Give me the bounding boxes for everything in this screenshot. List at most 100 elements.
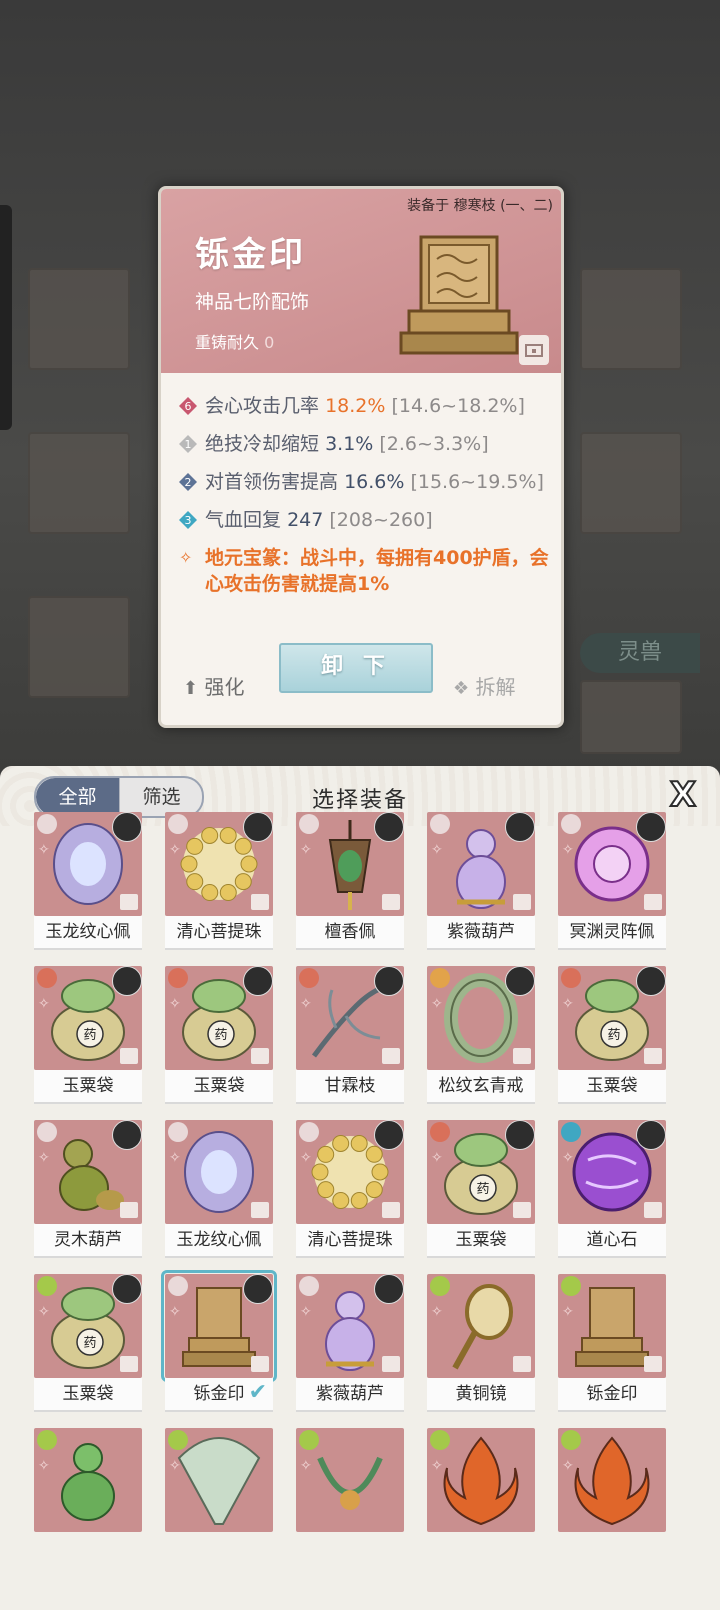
equipment-slot[interactable]: ✧ 冥渊灵阵佩	[558, 812, 666, 950]
panel-title: 选择装备	[311, 788, 408, 813]
owner-avatar	[636, 812, 666, 842]
set-icon: ✧	[300, 996, 312, 1012]
equipment-slot[interactable]: ✧ 铄金印 ✔	[161, 1270, 277, 1412]
set-icon: ✧	[38, 1458, 50, 1474]
tier-icon	[430, 968, 450, 988]
equipment-slot[interactable]: 药 ✧ 玉粟袋	[558, 966, 666, 1104]
set-icon: ✧	[562, 842, 574, 858]
equipment-slot[interactable]: ✧ 松纹玄青戒	[427, 966, 535, 1104]
lock-icon	[120, 1048, 138, 1064]
item-name: 甘霖枝	[296, 1070, 404, 1104]
set-icon: ✧	[169, 1458, 181, 1474]
beast-tab[interactable]: 灵兽	[580, 633, 700, 673]
equipment-slot[interactable]: ✧ 清心菩提珠	[296, 1120, 404, 1258]
item-name: 玉粟袋	[34, 1378, 142, 1412]
tier-icon	[37, 968, 57, 988]
equipment-select-panel: 全部 筛选 选择装备 X ✧ 玉龙纹心佩 ✧ 清心菩提珠 ✧ 檀香佩 ✧ 紫薇葫芦 ✧ 冥渊灵阵佩…	[0, 766, 720, 1610]
equipment-slot[interactable]: ✧	[427, 1428, 535, 1532]
dismantle-button[interactable]: ❖ 拆解	[453, 671, 516, 700]
svg-text:药: 药	[607, 1028, 620, 1043]
svg-text:药: 药	[214, 1028, 227, 1043]
owner-avatar	[505, 1120, 535, 1150]
tier-icon	[168, 814, 188, 834]
side-tab-handle[interactable]	[0, 205, 12, 430]
lock-icon	[644, 1356, 662, 1372]
bg-beast-slot	[580, 680, 682, 754]
set-icon: ✧	[562, 1304, 574, 1320]
svg-text:药: 药	[83, 1336, 96, 1351]
equipped-to-label: 装备于 穆寒枝 (一、二)	[407, 198, 553, 214]
equipment-slot[interactable]: ✧ 檀香佩	[296, 812, 404, 950]
owner-avatar	[112, 812, 142, 842]
equipment-slot[interactable]: ✧ 灵木葫芦	[34, 1120, 142, 1258]
lock-icon	[251, 1356, 269, 1372]
check-icon: ✔	[248, 1380, 267, 1405]
equipment-slot[interactable]: 药 ✧ 玉粟袋	[34, 1274, 142, 1412]
equipment-slot[interactable]: ✧ 铄金印	[558, 1274, 666, 1412]
item-name: 灵木葫芦	[34, 1224, 142, 1258]
lock-icon	[251, 1048, 269, 1064]
item-name: 铄金印	[558, 1378, 666, 1412]
equipment-slot[interactable]: ✧ 玉龙纹心佩	[34, 812, 142, 950]
equipment-slot[interactable]: ✧ 清心菩提珠	[165, 812, 273, 950]
owner-avatar	[112, 1274, 142, 1304]
stat-row: 3 气血回复 247 [208~260]	[179, 507, 549, 533]
stat-row: 2 对首领伤害提高 16.6% [15.6~19.5%]	[179, 469, 549, 495]
equipment-slot[interactable]: ✧ 玉龙纹心佩	[165, 1120, 273, 1258]
equipment-slot[interactable]: 药 ✧ 玉粟袋	[427, 1120, 535, 1258]
tier-icon	[168, 968, 188, 988]
item-name: 黄铜镜	[427, 1378, 535, 1412]
owner-avatar	[636, 1120, 666, 1150]
close-icon[interactable]: X	[666, 777, 700, 813]
equipment-slot[interactable]: ✧ 紫薇葫芦	[427, 812, 535, 950]
owner-avatar	[505, 812, 535, 842]
stat-tier-icon: 1	[179, 435, 197, 453]
svg-text:药: 药	[476, 1182, 489, 1197]
set-icon: ✧	[431, 996, 443, 1012]
stat-label: 气血回复	[205, 509, 282, 531]
item-grade: 神品七阶配饰	[195, 291, 310, 313]
stat-value: 3.1%	[325, 433, 374, 455]
seal-item-image	[399, 235, 519, 355]
lock-icon	[513, 894, 531, 910]
tier-icon	[561, 1276, 581, 1296]
equipment-slot[interactable]: ✧	[34, 1428, 142, 1532]
stat-row: 6 会心攻击几率 18.2% [14.6~18.2%]	[179, 393, 549, 419]
equipment-slot[interactable]: ✧	[165, 1428, 273, 1532]
dismantle-label: 拆解	[475, 675, 516, 699]
owner-avatar	[243, 1274, 273, 1304]
tier-icon	[168, 1430, 188, 1450]
lock-icon	[644, 1202, 662, 1218]
equipment-slot[interactable]: 药 ✧ 玉粟袋	[165, 966, 273, 1104]
enhance-button[interactable]: ⬆ 强化	[183, 671, 244, 700]
set-icon: ✧	[300, 842, 312, 858]
set-icon: ✧	[169, 1150, 181, 1166]
svg-text:6: 6	[185, 400, 192, 413]
set-icon: ✧	[38, 842, 50, 858]
equipment-slot[interactable]: ✧	[558, 1428, 666, 1532]
equipment-slot[interactable]: ✧ 道心石	[558, 1120, 666, 1258]
item-name: 檀香佩	[296, 916, 404, 950]
unequip-button[interactable]: 卸 下	[279, 643, 433, 693]
equipment-slot[interactable]: 药 ✧ 玉粟袋	[34, 966, 142, 1104]
item-name: 清心菩提珠	[296, 1224, 404, 1258]
lock-icon[interactable]	[519, 335, 549, 365]
set-icon: ✧	[300, 1304, 312, 1320]
stat-tier-icon: 3	[179, 511, 197, 529]
equipment-slot[interactable]: ✧ 黄铜镜	[427, 1274, 535, 1412]
lock-icon	[382, 894, 400, 910]
tier-icon	[37, 1276, 57, 1296]
owner-avatar	[374, 966, 404, 996]
bg-shoes-slot	[28, 596, 130, 698]
item-name: 玉龙纹心佩	[165, 1224, 273, 1258]
lock-icon	[644, 1048, 662, 1064]
equipment-slot[interactable]: ✧ 甘霖枝	[296, 966, 404, 1104]
set-icon: ✧	[562, 1458, 574, 1474]
equipment-slot[interactable]: ✧	[296, 1428, 404, 1532]
set-icon: ✧	[431, 1458, 443, 1474]
equipment-slot[interactable]: ✧ 紫薇葫芦	[296, 1274, 404, 1412]
tier-icon	[561, 1430, 581, 1450]
item-name: 玉粟袋	[165, 1070, 273, 1104]
bg-accessory-slot	[580, 268, 682, 370]
owner-avatar	[505, 966, 535, 996]
